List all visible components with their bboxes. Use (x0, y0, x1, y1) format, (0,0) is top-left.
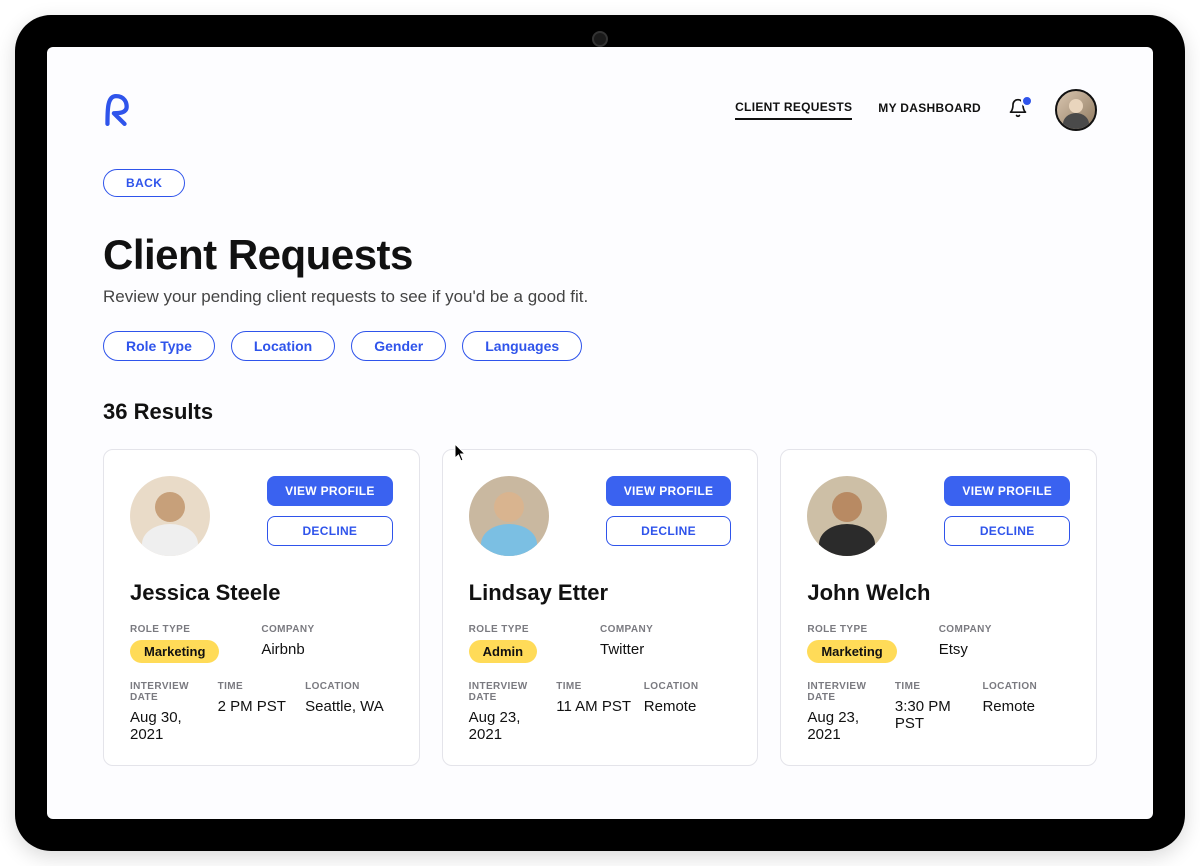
role-type-tag: Marketing (807, 640, 896, 663)
company-value: Twitter (600, 641, 731, 658)
profile-avatar[interactable] (1055, 89, 1097, 131)
company-value: Etsy (939, 641, 1070, 658)
client-card: VIEW PROFILE DECLINE Lindsay Etter ROLE … (442, 449, 759, 766)
company-label: COMPANY (261, 624, 392, 635)
role-type-label: ROLE TYPE (469, 624, 600, 635)
nav: CLIENT REQUESTS MY DASHBOARD (735, 89, 1097, 131)
cards-row: VIEW PROFILE DECLINE Jessica Steele ROLE… (103, 449, 1097, 766)
client-avatar (469, 476, 549, 556)
back-button[interactable]: BACK (103, 169, 185, 197)
client-name: John Welch (807, 580, 1070, 606)
screen: CLIENT REQUESTS MY DASHBOARD BACK Client… (47, 47, 1153, 819)
time-value: 11 AM PST (556, 698, 644, 715)
view-profile-button[interactable]: VIEW PROFILE (944, 476, 1070, 506)
role-type-tag: Admin (469, 640, 537, 663)
interview-date-label: INTERVIEW DATE (130, 681, 218, 703)
client-avatar (130, 476, 210, 556)
decline-button[interactable]: DECLINE (944, 516, 1070, 546)
company-label: COMPANY (600, 624, 731, 635)
interview-date-value: Aug 23, 2021 (807, 709, 895, 743)
page-title: Client Requests (103, 231, 1097, 279)
notification-badge (1021, 95, 1033, 107)
logo-icon (103, 94, 129, 126)
client-name: Lindsay Etter (469, 580, 732, 606)
decline-button[interactable]: DECLINE (267, 516, 393, 546)
location-label: LOCATION (644, 681, 732, 692)
filter-gender[interactable]: Gender (351, 331, 446, 361)
company-value: Airbnb (261, 641, 392, 658)
client-name: Jessica Steele (130, 580, 393, 606)
time-value: 3:30 PM PST (895, 698, 983, 732)
role-type-tag: Marketing (130, 640, 219, 663)
role-type-label: ROLE TYPE (807, 624, 938, 635)
notifications-button[interactable] (1007, 99, 1029, 121)
location-label: LOCATION (982, 681, 1070, 692)
interview-date-value: Aug 23, 2021 (469, 709, 557, 743)
role-type-label: ROLE TYPE (130, 624, 261, 635)
filter-role-type[interactable]: Role Type (103, 331, 215, 361)
time-value: 2 PM PST (218, 698, 306, 715)
nav-client-requests[interactable]: CLIENT REQUESTS (735, 100, 852, 120)
page-subtitle: Review your pending client requests to s… (103, 287, 1097, 307)
view-profile-button[interactable]: VIEW PROFILE (606, 476, 732, 506)
nav-my-dashboard[interactable]: MY DASHBOARD (878, 101, 981, 119)
location-value: Seattle, WA (305, 698, 393, 715)
view-profile-button[interactable]: VIEW PROFILE (267, 476, 393, 506)
time-label: TIME (556, 681, 644, 692)
filter-bar: Role Type Location Gender Languages (103, 331, 1097, 361)
results-count: 36 Results (103, 399, 1097, 425)
filter-languages[interactable]: Languages (462, 331, 582, 361)
interview-date-value: Aug 30, 2021 (130, 709, 218, 743)
interview-date-label: INTERVIEW DATE (469, 681, 557, 703)
interview-date-label: INTERVIEW DATE (807, 681, 895, 703)
time-label: TIME (895, 681, 983, 692)
header: CLIENT REQUESTS MY DASHBOARD (103, 89, 1097, 131)
company-label: COMPANY (939, 624, 1070, 635)
tablet-frame: CLIENT REQUESTS MY DASHBOARD BACK Client… (15, 15, 1185, 851)
location-label: LOCATION (305, 681, 393, 692)
client-card: VIEW PROFILE DECLINE John Welch ROLE TYP… (780, 449, 1097, 766)
client-avatar (807, 476, 887, 556)
filter-location[interactable]: Location (231, 331, 335, 361)
client-card: VIEW PROFILE DECLINE Jessica Steele ROLE… (103, 449, 420, 766)
location-value: Remote (644, 698, 732, 715)
time-label: TIME (218, 681, 306, 692)
decline-button[interactable]: DECLINE (606, 516, 732, 546)
location-value: Remote (982, 698, 1070, 715)
